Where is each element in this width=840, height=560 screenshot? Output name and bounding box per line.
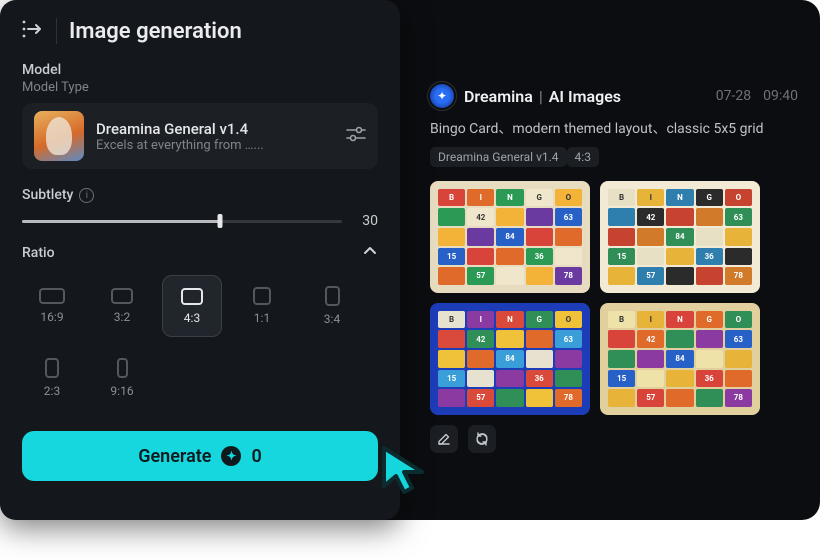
- chevron-up-icon: [362, 243, 378, 263]
- brand-icon: ✦: [430, 84, 454, 108]
- brand-name: Dreamina: [464, 87, 533, 106]
- metadata-chip: 4:3: [567, 147, 599, 167]
- metadata-chip: Dreamina General v1.4: [430, 147, 567, 167]
- model-description: Excels at everything from …...: [96, 138, 334, 153]
- ratio-option-16-9[interactable]: 16:9: [22, 275, 82, 337]
- prompt-row: Bingo Card、modern themed layout、classic …: [430, 118, 798, 169]
- exit-icon[interactable]: [22, 20, 44, 43]
- result-section: AI Images: [549, 87, 621, 106]
- model-section-label: Model: [22, 62, 378, 78]
- ratio-option-label: 4:3: [184, 311, 200, 325]
- subtlety-value: 30: [356, 213, 378, 229]
- title-separator: |: [539, 87, 543, 106]
- result-header: ✦ Dreamina | AI Images 07-28 09:40: [430, 84, 798, 108]
- subtlety-slider[interactable]: [22, 220, 342, 223]
- credit-icon: ✦: [221, 446, 241, 466]
- page-title: Image generation: [69, 19, 242, 44]
- ratio-option-1-1[interactable]: 1:1: [232, 275, 292, 337]
- result-date: 07-28: [716, 88, 751, 104]
- result-image[interactable]: BINGO42638415365778: [430, 303, 590, 415]
- generate-label: Generate: [138, 446, 211, 467]
- generate-button[interactable]: Generate ✦ 0: [22, 431, 378, 481]
- generate-cost: 0: [251, 446, 261, 467]
- ratio-option-label: 2:3: [44, 384, 60, 398]
- ratio-shape-icon: [325, 286, 340, 306]
- result-actions: [430, 425, 798, 453]
- ratio-grid: 16:9 3:2 4:3 1:1 3:4 2:3 9:16: [0, 269, 400, 409]
- subtlety-section: Subtlety i 30: [0, 173, 400, 229]
- ratio-option-label: 16:9: [40, 310, 63, 324]
- info-icon[interactable]: i: [79, 188, 94, 203]
- ratio-option-label: 1:1: [254, 311, 270, 325]
- regenerate-button[interactable]: [468, 425, 496, 453]
- result-grid: BINGO42638415365778 BINGO42638415365778 …: [430, 181, 798, 415]
- ratio-option-3-2[interactable]: 3:2: [92, 275, 152, 337]
- subtlety-label: Subtlety: [22, 187, 73, 203]
- header-divider: [56, 18, 57, 44]
- model-thumbnail: [34, 111, 84, 161]
- ratio-option-label: 3:2: [114, 310, 130, 324]
- generation-panel: Image generation Model Model Type Dreami…: [0, 0, 400, 520]
- model-selector[interactable]: Dreamina General v1.4 Excels at everythi…: [22, 103, 378, 169]
- result-image[interactable]: BINGO42638415365778: [600, 181, 760, 293]
- ratio-shape-icon: [39, 288, 65, 304]
- ratio-option-4-3[interactable]: 4:3: [162, 275, 222, 337]
- ratio-option-9-16[interactable]: 9:16: [92, 347, 152, 409]
- model-section: Model Model Type Dreamina General v1.4 E…: [0, 58, 400, 173]
- ratio-option-label: 9:16: [110, 384, 133, 398]
- ratio-shape-icon: [253, 287, 271, 305]
- edit-button[interactable]: [430, 425, 458, 453]
- model-type-label: Model Type: [22, 80, 378, 95]
- results-panel: ✦ Dreamina | AI Images 07-28 09:40 Bingo…: [400, 0, 820, 520]
- ratio-option-label: 3:4: [324, 312, 340, 326]
- ratio-shape-icon: [181, 288, 203, 305]
- panel-header: Image generation: [0, 0, 400, 58]
- result-image[interactable]: BINGO42638415365778: [430, 181, 590, 293]
- ratio-header[interactable]: Ratio: [0, 229, 400, 269]
- ratio-shape-icon: [111, 288, 133, 304]
- ratio-option-2-3[interactable]: 2:3: [22, 347, 82, 409]
- ratio-shape-icon: [45, 358, 59, 378]
- model-text: Dreamina General v1.4 Excels at everythi…: [96, 120, 334, 153]
- prompt-text: Bingo Card、modern themed layout、classic …: [430, 118, 764, 140]
- result-time: 09:40: [763, 88, 798, 104]
- ratio-option-3-4[interactable]: 3:4: [302, 275, 362, 337]
- ratio-label: Ratio: [22, 245, 55, 261]
- settings-icon[interactable]: [346, 126, 366, 146]
- result-image[interactable]: BINGO42638415365778: [600, 303, 760, 415]
- model-name: Dreamina General v1.4: [96, 120, 334, 138]
- ratio-shape-icon: [117, 358, 128, 378]
